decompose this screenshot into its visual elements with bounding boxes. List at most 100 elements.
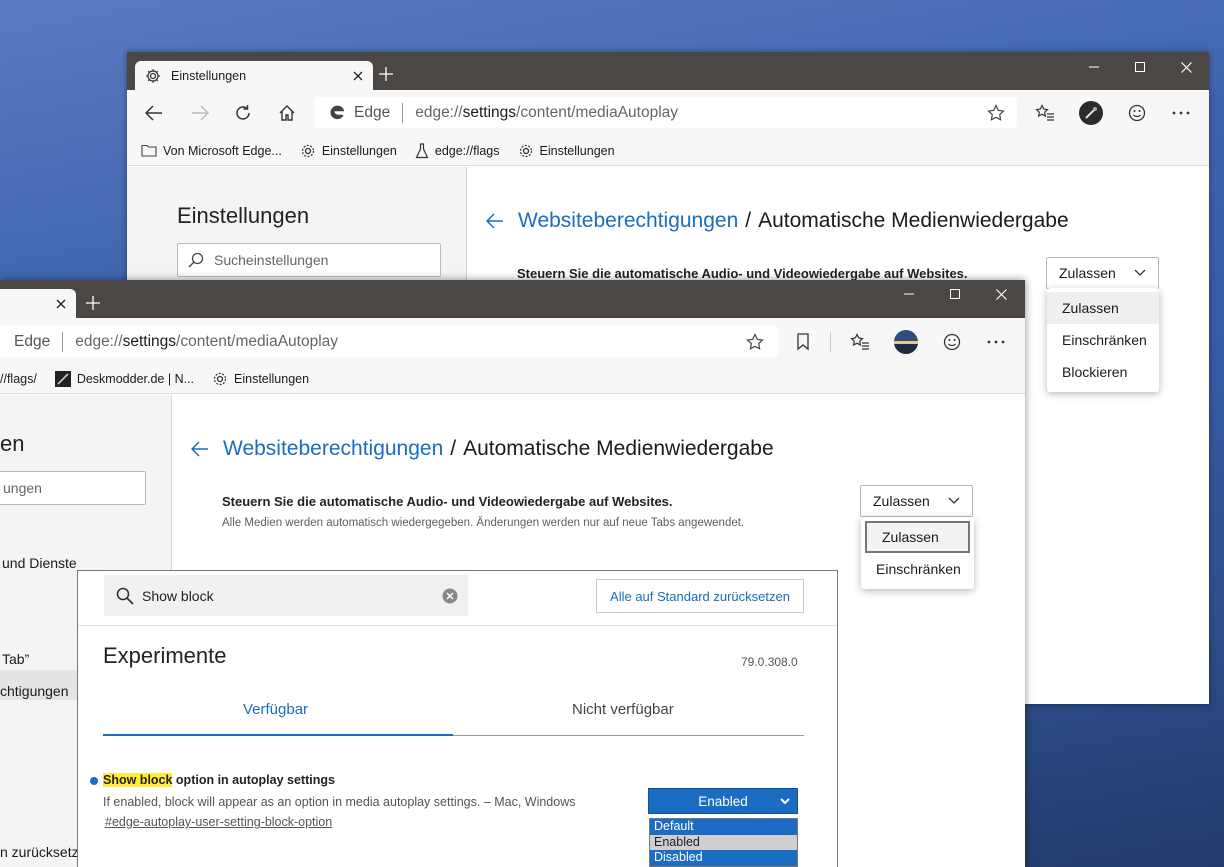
flag-name: Show block option in autoplay settings — [103, 773, 335, 787]
settings-search-input[interactable]: ungen — [0, 471, 146, 505]
favorite-item[interactable]: Einstellungen — [212, 371, 309, 387]
breadcrumb-link[interactable]: Websiteberechtigungen — [518, 209, 738, 233]
address-separator — [62, 331, 64, 352]
clear-search-icon[interactable] — [442, 588, 458, 604]
favorite-item[interactable]: Einstellungen — [300, 143, 397, 159]
smiley-icon[interactable] — [1121, 97, 1153, 129]
flag-permalink[interactable]: #edge-autoplay-user-setting-block-option — [105, 815, 332, 829]
menu-item-zulassen[interactable]: Zulassen — [1047, 292, 1159, 324]
menu-item-einschraenken[interactable]: Einschränken — [861, 553, 974, 585]
favorite-label: //flags/ — [0, 371, 37, 386]
close-window-button[interactable] — [1163, 52, 1209, 82]
refresh-icon[interactable] — [227, 97, 259, 129]
tab-active-indicator — [103, 734, 453, 736]
breadcrumb-separator: / — [450, 437, 457, 460]
flag-option-disabled[interactable]: Disabled — [650, 850, 797, 866]
maximize-button[interactable] — [1117, 52, 1163, 82]
new-tab-icon[interactable] — [379, 67, 393, 81]
bookmark-icon[interactable] — [787, 326, 819, 358]
back-arrow-icon[interactable] — [191, 441, 209, 457]
breadcrumb: Websiteberechtigungen / Automatische Med… — [191, 437, 774, 461]
sidebar-item-newtab[interactable]: Tab” — [2, 651, 29, 667]
close-tab-icon[interactable] — [56, 299, 66, 309]
flask-icon — [415, 142, 429, 159]
deskmodder-icon — [54, 370, 71, 387]
flags-search-input[interactable]: Show block — [104, 575, 468, 616]
front-favorites-bar: //flags/ Deskmodder.de | N... Einstellun… — [0, 364, 1025, 394]
star-icon[interactable] — [746, 332, 764, 351]
profile-avatar[interactable] — [1075, 97, 1107, 129]
tab-unavailable[interactable]: Nicht verfügbar — [572, 701, 674, 718]
menu-item-blockieren[interactable]: Blockieren — [1047, 356, 1159, 388]
chevron-down-icon — [948, 497, 960, 505]
flag-description: If enabled, block will appear as an opti… — [103, 795, 576, 809]
more-menu-icon[interactable] — [1165, 97, 1197, 129]
menu-item-zulassen[interactable]: Zulassen — [865, 521, 970, 553]
dropdown-value: Zulassen — [873, 493, 930, 509]
setting-label: Steuern Sie die automatische Audio- und … — [222, 494, 673, 509]
front-address-bar[interactable]: Edge edge://settings/content/mediaAutopl… — [0, 326, 778, 357]
sidebar-title: Einstellungen — [177, 203, 310, 228]
flag-state-select[interactable]: Enabled — [648, 788, 798, 814]
flag-select-value: Enabled — [698, 793, 748, 809]
back-autoplay-menu: Zulassen Einschränken Blockieren — [1047, 288, 1159, 392]
close-tab-icon[interactable] — [353, 71, 363, 81]
favorite-item[interactable]: Deskmodder.de | N... — [54, 370, 194, 387]
search-placeholder: ungen — [3, 480, 42, 496]
address-brand: Edge — [354, 103, 391, 121]
dropdown-value: Zulassen — [1059, 265, 1116, 281]
star-icon[interactable] — [987, 103, 1005, 122]
favorites-icon[interactable] — [1029, 97, 1061, 129]
page-title: Automatische Medienwiedergabe — [758, 209, 1069, 232]
minimize-button[interactable] — [1071, 52, 1117, 82]
flags-divider — [78, 625, 837, 626]
url-host: settings — [122, 332, 177, 350]
flag-option-enabled[interactable]: Enabled — [650, 834, 797, 850]
favorite-item[interactable]: Einstellungen — [518, 143, 615, 159]
front-titlebar — [0, 280, 1025, 318]
url-scheme: edge:// — [75, 332, 123, 350]
favorite-label: Einstellungen — [539, 143, 615, 158]
flag-option-default[interactable]: Default — [650, 819, 797, 835]
favorite-item[interactable]: edge://flags — [415, 142, 500, 159]
gear-icon — [518, 143, 534, 159]
maximize-button[interactable] — [932, 280, 978, 308]
back-tab-settings[interactable]: Einstellungen — [135, 61, 373, 90]
new-tab-icon[interactable] — [86, 296, 100, 310]
breadcrumb-link[interactable]: Websiteberechtigungen — [223, 437, 443, 461]
minimize-button[interactable] — [886, 280, 932, 308]
tab-available[interactable]: Verfügbar — [243, 701, 308, 718]
home-icon[interactable] — [271, 97, 303, 129]
experiments-title: Experimente — [103, 643, 227, 668]
sidebar-item-privacy[interactable]: und Dienste — [2, 555, 77, 571]
back-address-bar[interactable]: Edge edge://settings/content/mediaAutopl… — [315, 97, 1017, 128]
smiley-icon[interactable] — [936, 326, 968, 358]
breadcrumb-separator: / — [745, 209, 752, 232]
menu-item-einschraenken[interactable]: Einschränken — [1047, 324, 1159, 356]
address-brand: Edge — [14, 332, 51, 350]
reset-all-button[interactable]: Alle auf Standard zurücksetzen — [596, 579, 804, 613]
breadcrumb: Websiteberechtigungen / Automatische Med… — [486, 209, 1069, 233]
edge-logo-icon — [329, 104, 346, 121]
url-host: settings — [462, 103, 517, 121]
flags-window: Show block Alle auf Standard zurücksetze… — [77, 570, 838, 867]
settings-search-input[interactable]: Sucheinstellungen — [177, 243, 441, 277]
close-window-button[interactable] — [978, 280, 1024, 308]
autoplay-dropdown[interactable]: Zulassen — [1046, 257, 1159, 289]
gear-icon — [212, 371, 228, 387]
favorite-label: Einstellungen — [321, 143, 397, 158]
back-arrow-icon[interactable] — [486, 213, 504, 229]
favorite-item[interactable]: //flags/ — [0, 372, 37, 386]
favorites-icon[interactable] — [844, 326, 876, 358]
favorite-label: Einstellungen — [234, 371, 310, 386]
url-scheme: edge:// — [415, 103, 463, 121]
forward-arrow-icon — [184, 97, 216, 129]
autoplay-dropdown[interactable]: Zulassen — [860, 485, 973, 517]
more-menu-icon[interactable] — [980, 326, 1012, 358]
back-arrow-icon[interactable] — [138, 97, 170, 129]
front-tab[interactable] — [0, 289, 76, 318]
favorite-item[interactable]: Von Microsoft Edge... — [141, 144, 282, 158]
search-icon — [188, 252, 204, 268]
front-toolbar: Edge edge://settings/content/mediaAutopl… — [0, 318, 1025, 364]
profile-avatar[interactable] — [890, 326, 922, 358]
